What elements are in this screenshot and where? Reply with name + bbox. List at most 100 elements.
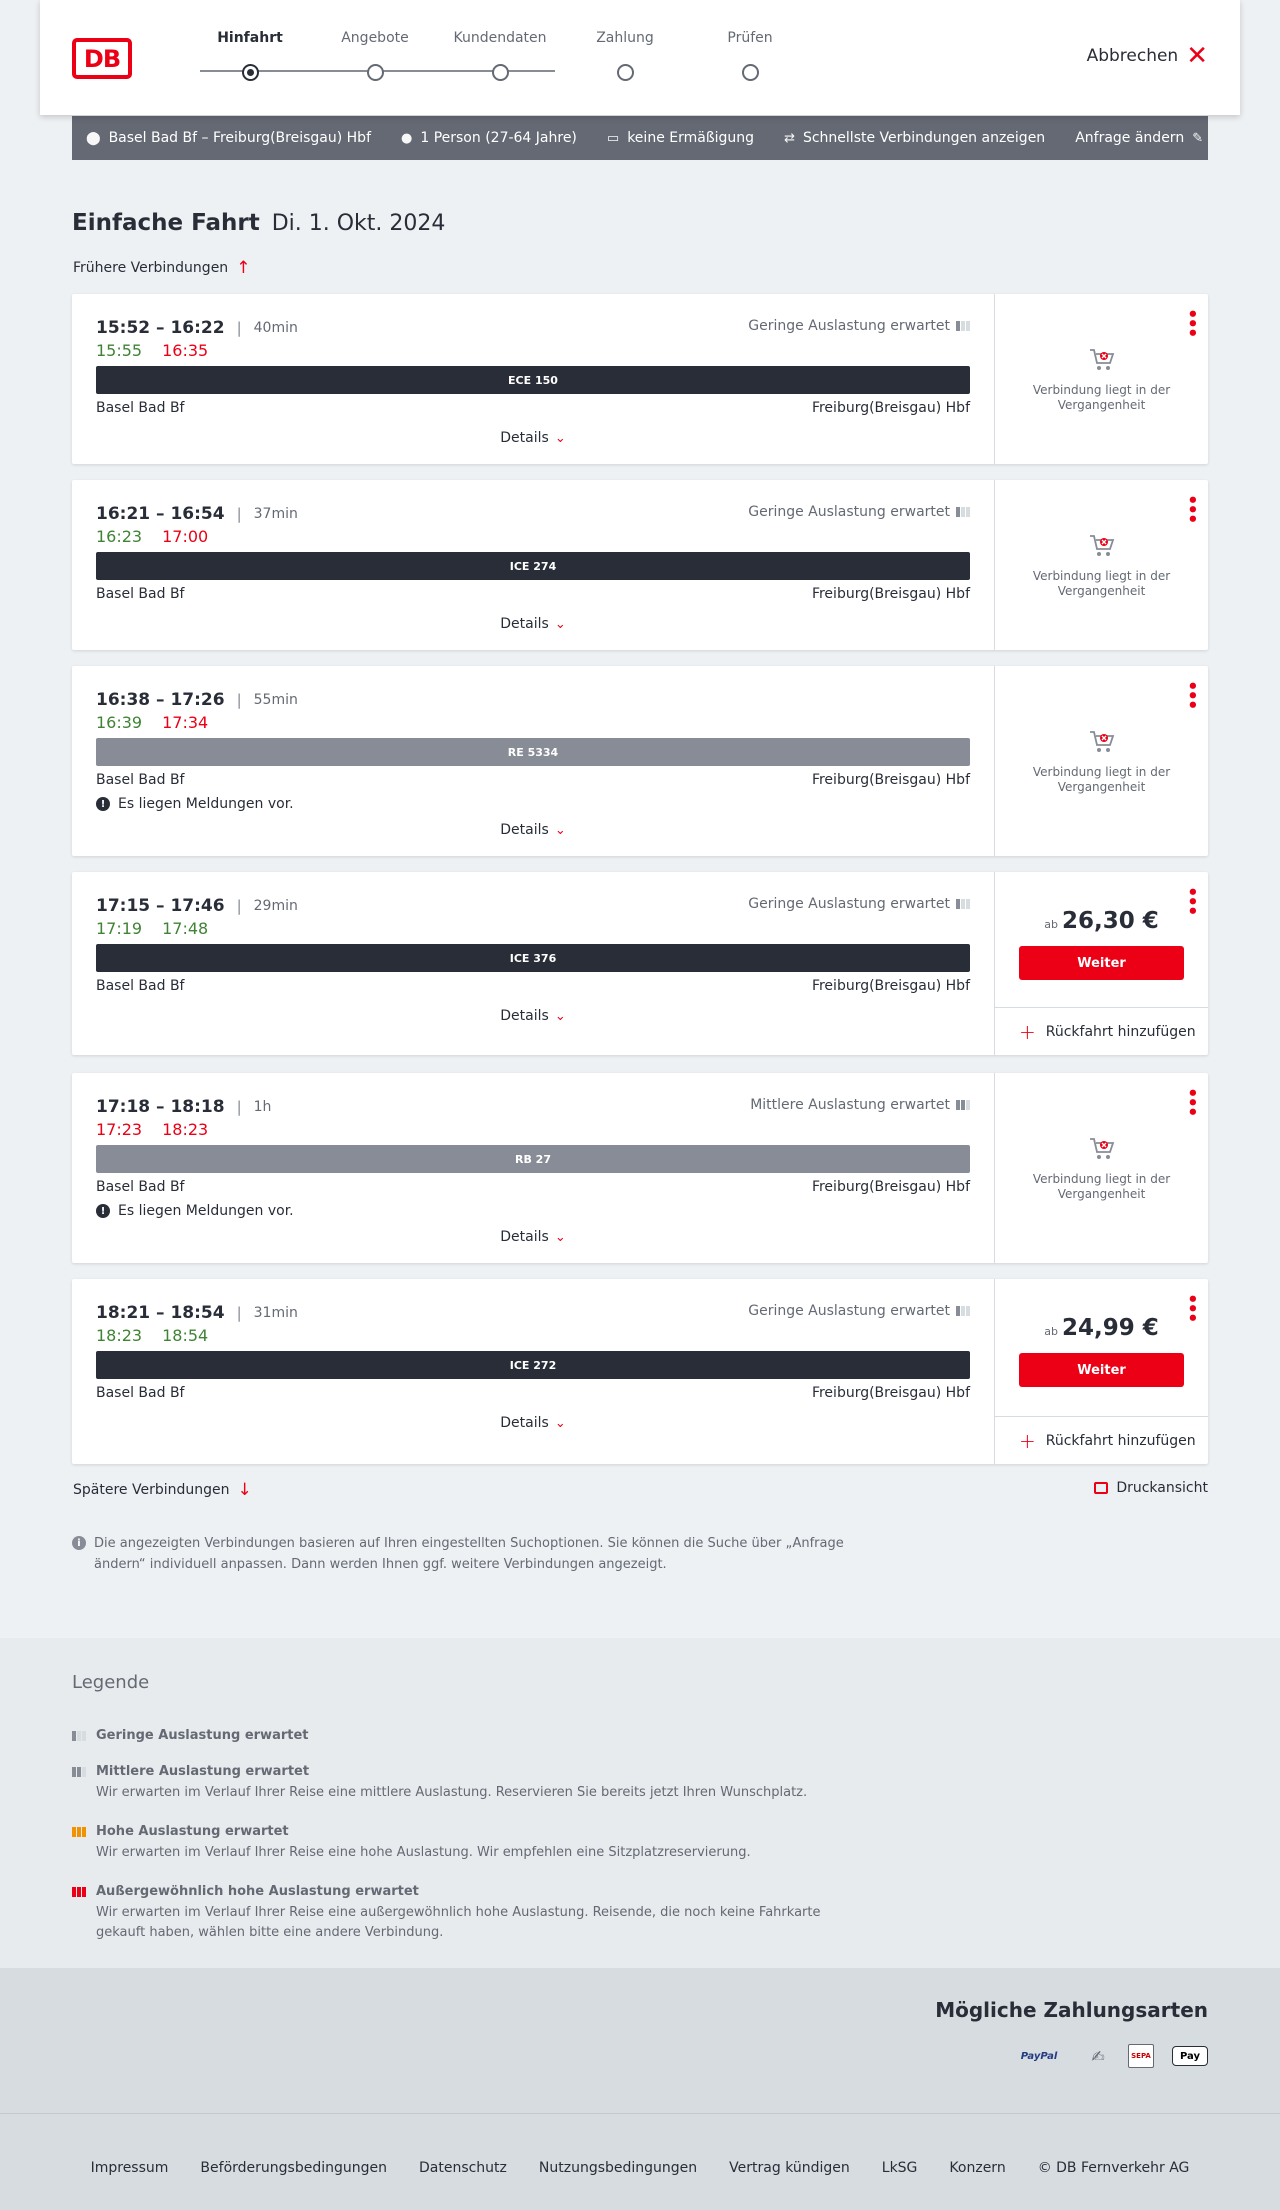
cart-unavailable-icon (1089, 535, 1114, 556)
details-toggle[interactable]: Details ⌄ (72, 822, 994, 838)
past-text: Verbindung liegt in der Vergangenheit (1032, 569, 1171, 598)
footer-link-lksg[interactable]: LkSG (882, 2160, 918, 2176)
cancel-label: Abbrechen (1086, 46, 1179, 66)
search-summary-bar: ⬤ Basel Bad Bf – Freiburg(Breisgau) Hbf … (72, 116, 1208, 160)
occupancy-low-icon (956, 899, 970, 909)
details-toggle[interactable]: Details ⌄ (72, 1008, 994, 1024)
past-text: Verbindung liegt in der Vergangenheit (1032, 1172, 1171, 1201)
step-label: Hinfahrt (217, 30, 283, 46)
train-name: ICE 272 (509, 1358, 557, 1372)
more-options-icon[interactable]: ••• (1181, 494, 1202, 523)
offer-panel: ••• ab 24,99 € Weiter + Rückfahrt hinzufügen (994, 1279, 1208, 1464)
footer-link-nutzungsbedingungen[interactable]: Nutzungsbedingungen (539, 2160, 697, 2176)
more-options-icon[interactable]: ••• (1181, 680, 1202, 709)
realtime-arrival: 18:23 (162, 1120, 209, 1139)
details-toggle[interactable]: Details ⌄ (72, 1415, 994, 1431)
add-return-trip-button[interactable]: + Rückfahrt hinzufügen (995, 1416, 1208, 1464)
search-fastest[interactable]: ⇄ Schnellste Verbindungen anzeigen (784, 130, 1045, 146)
realtime-times: 16:39 17:34 (96, 713, 208, 732)
step-angebote: Angebote (325, 30, 425, 81)
train-bar[interactable]: RE 5334 (96, 738, 970, 766)
realtime-arrival: 17:00 (162, 527, 209, 546)
past-connection-notice: Verbindung liegt in der Vergangenheit (995, 347, 1208, 413)
details-toggle[interactable]: Details ⌄ (72, 616, 994, 632)
footer-link-konzern[interactable]: Konzern (949, 2160, 1005, 2176)
legend-item-low: Geringe Auslastung erwartet (72, 1728, 852, 1743)
footer-link-befoerderungsbedingungen[interactable]: Beförderungsbedingungen (200, 2160, 387, 2176)
legend-item-desc: Wir erwarten im Verlauf Ihrer Reise eine… (96, 1845, 751, 1860)
station-from: Basel Bad Bf (96, 400, 185, 416)
price-box: ab 26,30 € Weiter (995, 908, 1208, 980)
connection-times: 16:38 – 17:26 | 55min (96, 690, 298, 710)
paypal-text: PayPal (1020, 2050, 1058, 2062)
later-connections-link[interactable]: Spätere Verbindungen ↓ (73, 1480, 252, 1500)
weiter-button[interactable]: Weiter (1019, 946, 1184, 980)
stations: Basel Bad Bf Freiburg(Breisgau) Hbf (96, 400, 970, 416)
plus-icon: + (1019, 1019, 1036, 1044)
connection-card: 15:52 – 16:22 | 40min 15:55 16:35 Geringe Aus… (72, 294, 1208, 464)
connection-info: 15:52 – 16:22 | 40min 15:55 16:35 Geringe Aus… (72, 294, 994, 464)
payment-methods: Mögliche Zahlungsarten PayPal ✍ SEPA Pay (0, 1968, 1280, 2113)
edit-request-button[interactable]: Anfrage ändern ✎ (1075, 130, 1203, 146)
occupancy-text: Geringe Auslastung erwartet (748, 504, 950, 520)
occupancy-indicator: Geringe Auslastung erwartet (748, 504, 970, 520)
more-options-icon[interactable]: ••• (1181, 308, 1202, 337)
apple-pay-icon: Pay (1172, 2046, 1208, 2066)
stations: Basel Bad Bf Freiburg(Breisgau) Hbf (96, 978, 970, 994)
realtime-departure: 18:23 (96, 1326, 143, 1345)
search-info-note: i Die angezeigten Verbindungen basieren … (72, 1533, 862, 1575)
legend-item-title: Hohe Auslastung erwartet (96, 1824, 289, 1839)
close-icon: ✕ (1186, 41, 1208, 71)
legend-item-very-high: Außergewöhnlich hohe Auslastung erwartet… (72, 1884, 852, 1943)
more-options-icon[interactable]: ••• (1181, 1087, 1202, 1116)
train-name: ECE 150 (508, 373, 558, 387)
details-label: Details (500, 430, 549, 446)
realtime-times: 17:19 17:48 (96, 919, 208, 938)
occupancy-text: Geringe Auslastung erwartet (748, 1303, 950, 1319)
station-to: Freiburg(Breisgau) Hbf (811, 978, 970, 994)
legend-item-desc: Wir erwarten im Verlauf Ihrer Reise eine… (96, 1905, 821, 1940)
train-bar[interactable]: RB 27 (96, 1145, 970, 1173)
planned-times: 15:52 – 16:22 (96, 318, 225, 338)
cart-unavailable-icon (1089, 731, 1114, 752)
edit-request-label: Anfrage ändern (1075, 130, 1185, 146)
station-from: Basel Bad Bf (96, 1179, 185, 1195)
payment-title: Mögliche Zahlungsarten (935, 1998, 1208, 2022)
add-return-trip-button[interactable]: + Rückfahrt hinzufügen (995, 1007, 1208, 1055)
past-text: Verbindung liegt in der Vergangenheit (1032, 765, 1171, 794)
duration: 31min (253, 1305, 298, 1321)
separator: | (236, 319, 242, 337)
offer-panel: ••• Verbindung liegt in der Vergangenheit (994, 1073, 1208, 1263)
search-discount: ▭ keine Ermäßigung (607, 130, 754, 146)
train-bar[interactable]: ICE 274 (96, 552, 970, 580)
planned-times: 16:21 – 16:54 (96, 504, 225, 524)
earlier-connections-link[interactable]: Frühere Verbindungen ↑ (73, 258, 250, 278)
footer-link-impressum[interactable]: Impressum (91, 2160, 169, 2176)
occupancy-text: Mittlere Auslastung erwartet (750, 1097, 950, 1113)
details-toggle[interactable]: Details ⌄ (72, 430, 994, 446)
print-view-link[interactable]: Druckansicht (1094, 1480, 1208, 1496)
footer-link-datenschutz[interactable]: Datenschutz (419, 2160, 507, 2176)
arrow-down-icon: ↓ (237, 1480, 252, 1500)
train-bar[interactable]: ECE 150 (96, 366, 970, 394)
cancel-button[interactable]: Abbrechen ✕ (1086, 41, 1208, 71)
footer-link-vertrag-kuendigen[interactable]: Vertrag kündigen (729, 2160, 850, 2176)
train-bar[interactable]: ICE 272 (96, 1351, 970, 1379)
stations: Basel Bad Bf Freiburg(Breisgau) Hbf (96, 1385, 970, 1401)
stations: Basel Bad Bf Freiburg(Breisgau) Hbf (96, 1179, 970, 1195)
sepa-text: SEPA (1131, 2052, 1151, 2060)
occupancy-indicator: Mittlere Auslastung erwartet (750, 1097, 970, 1113)
price: 24,99 € (1061, 1315, 1159, 1341)
weiter-button[interactable]: Weiter (1019, 1353, 1184, 1387)
train-name: ICE 274 (509, 559, 557, 573)
progress-steps: Hinfahrt Angebote Kundendaten Zahlung Pr… (170, 30, 773, 90)
occupancy-text: Geringe Auslastung erwartet (748, 896, 950, 912)
applepay-text: Pay (1179, 2050, 1201, 2062)
past-text: Verbindung liegt in der Vergangenheit (1032, 383, 1171, 412)
step-label: Angebote (341, 30, 409, 46)
details-toggle[interactable]: Details ⌄ (72, 1229, 994, 1245)
db-logo[interactable]: DB (72, 38, 132, 79)
train-bar[interactable]: ICE 376 (96, 944, 970, 972)
connection-card: 16:38 – 17:26 | 55min 16:39 17:34 RE 5334 Base… (72, 666, 1208, 856)
legend-item-head: Geringe Auslastung erwartet (72, 1728, 852, 1743)
